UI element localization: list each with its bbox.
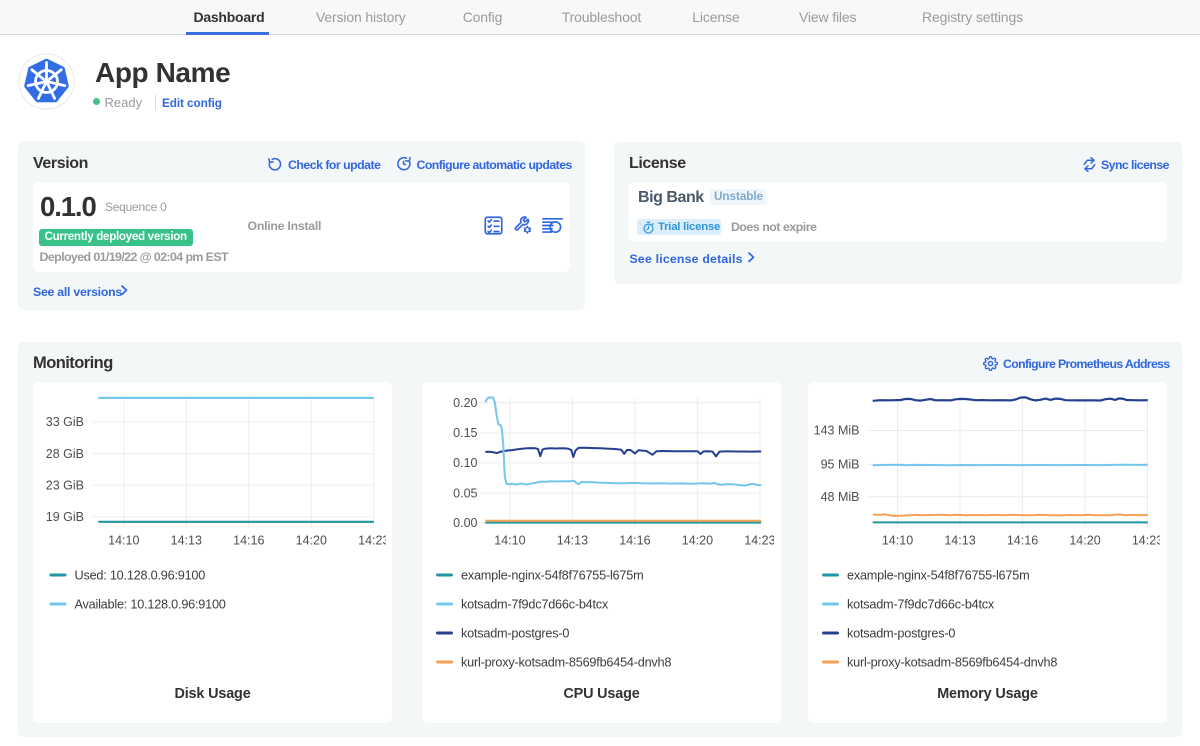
svg-text:14:10: 14:10 [881, 534, 912, 548]
svg-text:0.10: 0.10 [453, 456, 477, 470]
svg-text:CPU Usage: CPU Usage [563, 686, 639, 702]
svg-text:33 GiB: 33 GiB [46, 415, 84, 429]
svg-text:0.20: 0.20 [453, 396, 477, 410]
svg-text:14:10: 14:10 [494, 534, 525, 548]
svg-text:95 MiB: 95 MiB [820, 458, 859, 472]
svg-text:Memory Usage: Memory Usage [937, 686, 1038, 702]
svg-text:kurl-proxy-kotsadm-8569fb6454-: kurl-proxy-kotsadm-8569fb6454-dnvh8 [461, 655, 671, 669]
svg-text:example-nginx-54f8f76755-l675m: example-nginx-54f8f76755-l675m [461, 568, 643, 582]
svg-text:48 MiB: 48 MiB [820, 490, 859, 504]
svg-text:14:20: 14:20 [296, 534, 327, 548]
svg-text:kotsadm-7f9dc7d66c-b4tcx: kotsadm-7f9dc7d66c-b4tcx [847, 597, 995, 611]
svg-text:14:16: 14:16 [619, 534, 650, 548]
svg-text:19 GiB: 19 GiB [46, 510, 84, 524]
svg-text:kotsadm-postgres-0: kotsadm-postgres-0 [847, 626, 955, 640]
svg-text:0.15: 0.15 [453, 426, 477, 440]
svg-text:14:23: 14:23 [358, 534, 385, 548]
svg-text:14:16: 14:16 [233, 534, 264, 548]
svg-text:14:13: 14:13 [171, 534, 202, 548]
svg-text:example-nginx-54f8f76755-l675m: example-nginx-54f8f76755-l675m [847, 568, 1029, 582]
svg-text:14:16: 14:16 [1006, 534, 1037, 548]
svg-text:23 GiB: 23 GiB [46, 478, 84, 492]
svg-text:Used: 10.128.0.96:9100: Used: 10.128.0.96:9100 [75, 568, 206, 582]
svg-text:14:13: 14:13 [556, 534, 587, 548]
svg-text:0.00: 0.00 [453, 516, 477, 530]
svg-text:kotsadm-7f9dc7d66c-b4tcx: kotsadm-7f9dc7d66c-b4tcx [461, 597, 609, 611]
svg-text:14:23: 14:23 [744, 534, 774, 548]
svg-text:kurl-proxy-kotsadm-8569fb6454-: kurl-proxy-kotsadm-8569fb6454-dnvh8 [847, 655, 1057, 669]
svg-text:Disk Usage: Disk Usage [174, 686, 250, 702]
svg-text:14:20: 14:20 [681, 534, 712, 548]
svg-text:0.05: 0.05 [453, 486, 477, 500]
svg-text:14:13: 14:13 [944, 534, 975, 548]
svg-text:Available: 10.128.0.96:9100: Available: 10.128.0.96:9100 [75, 597, 226, 611]
svg-text:143 MiB: 143 MiB [813, 424, 859, 438]
svg-text:14:23: 14:23 [1131, 534, 1160, 548]
svg-text:28 GiB: 28 GiB [46, 447, 84, 461]
svg-text:14:10: 14:10 [108, 534, 139, 548]
svg-text:kotsadm-postgres-0: kotsadm-postgres-0 [461, 626, 569, 640]
svg-text:14:20: 14:20 [1069, 534, 1100, 548]
